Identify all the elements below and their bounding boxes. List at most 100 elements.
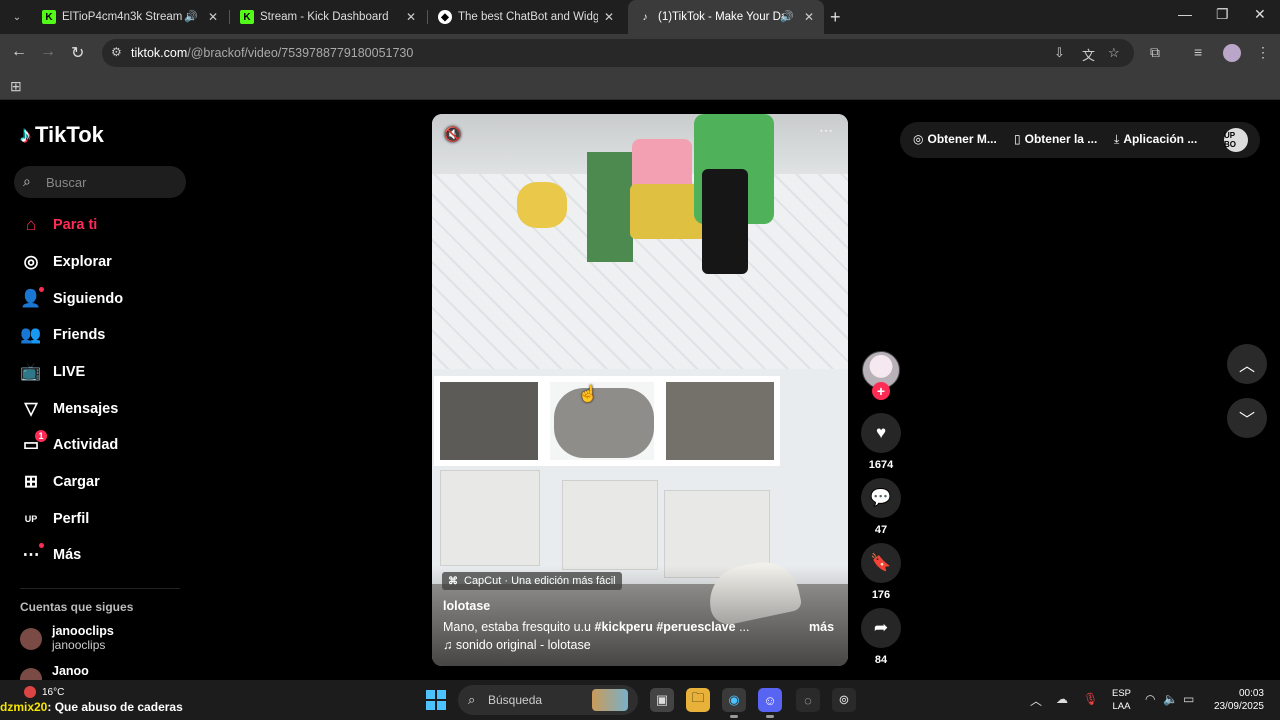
plush-enderman <box>702 169 748 274</box>
taskbar-search[interactable]: ⌕ Búsqueda <box>458 685 638 715</box>
clock-date: 23/09/2025 <box>1213 701 1264 712</box>
comment-button[interactable]: 💬 <box>861 478 901 518</box>
like-count: 1674 <box>868 459 894 471</box>
video-author[interactable]: lolotase <box>443 599 490 613</box>
task-view-icon[interactable]: ▣ <box>650 688 674 712</box>
volume-icon[interactable]: 🔈 <box>1163 692 1178 706</box>
system-clock[interactable]: 00:03 23/09/2025 <box>1208 687 1264 713</box>
sidebar-item-label: Mensajes <box>53 401 119 417</box>
wifi-icon[interactable]: ◠ <box>1145 692 1155 706</box>
tab-kick-dashboard[interactable]: K Stream - Kick Dashboard ✕ <box>230 0 426 34</box>
bookmark-icon: 🔖 <box>870 553 892 572</box>
battery-icon[interactable]: ▭ <box>1183 692 1194 706</box>
tab-title: Stream - Kick Dashboard <box>260 11 389 23</box>
get-app-button[interactable]: ▯ Obtener la ... <box>1014 132 1097 146</box>
sidebar-item-label: LIVE <box>53 364 86 380</box>
tab-title: (1)TikTok - Make Your Day <box>658 11 783 23</box>
account-handle: janooclips <box>52 638 106 652</box>
capcut-label[interactable]: ⌘ CapCut · Una edición más fácil <box>442 572 622 590</box>
tab-search-icon[interactable]: ⌄ <box>8 8 26 26</box>
more-button[interactable]: más <box>809 620 834 634</box>
sidebar-item-para-ti[interactable]: ⌂ Para ti <box>20 210 190 240</box>
extensions-icon[interactable]: ⧉ <box>1150 44 1160 61</box>
close-icon[interactable]: ✕ <box>804 10 814 24</box>
followed-account[interactable]: janooclips janooclips <box>20 624 114 652</box>
tab-kick-stream[interactable]: K ElTioP4cm4n3k Stream - W 🔊 ✕ <box>32 0 228 34</box>
bookmark-star-icon[interactable]: ☆ <box>1108 45 1120 61</box>
sidebar-item-mas[interactable]: ⋯ Más <box>20 540 190 570</box>
obs-icon[interactable]: ◌ <box>796 688 820 712</box>
install-app-icon[interactable]: ⇩ <box>1054 45 1065 61</box>
tray-app-icon[interactable]: ☁ <box>1056 692 1068 706</box>
sidebar-item-live[interactable]: 📺 LIVE <box>20 357 190 387</box>
speaker-icon[interactable]: 🔊 <box>780 10 794 23</box>
sidebar-item-mensajes[interactable]: ▽ Mensajes <box>20 394 190 424</box>
sidebar-item-label: Friends <box>53 327 106 343</box>
kick-icon: K <box>240 10 254 24</box>
sidebar-item-friends[interactable]: 👥 Friends <box>20 320 190 350</box>
tab-chatbot[interactable]: ◆ The best ChatBot and Widgets ✕ <box>428 0 624 34</box>
reload-icon[interactable]: ↻ <box>71 43 84 63</box>
sidebar-item-siguiendo[interactable]: 👤 Siguiendo <box>20 284 190 314</box>
tiktok-icon: ♪ <box>20 122 31 147</box>
tray-overflow-icon[interactable]: ︿ <box>1030 692 1042 709</box>
get-coins-button[interactable]: ◎ Obtener M... <box>913 132 997 146</box>
url-text[interactable]: tiktok.com/@brackof/video/75397887791800… <box>131 46 413 60</box>
tab-tiktok[interactable]: ♪ (1)TikTok - Make Your Day 🔊 ✕ <box>628 0 824 34</box>
hashtag-link[interactable]: #peruesclave <box>656 620 735 634</box>
sidebar-item-perfil[interactable]: UP Perfil <box>20 504 190 534</box>
microphone-icon[interactable]: 🎙 <box>1083 692 1098 706</box>
search-box[interactable]: ⌕ <box>14 166 186 198</box>
apps-grid-icon[interactable]: ⊞ <box>10 78 22 95</box>
next-video-button[interactable]: ﹀ <box>1227 398 1267 438</box>
language-indicator[interactable]: ESP LAA <box>1112 687 1131 713</box>
follow-plus-icon[interactable]: + <box>872 382 890 400</box>
translate-icon[interactable]: 文 <box>1082 45 1095 64</box>
account-name: Janoo <box>52 664 89 678</box>
new-tab-button[interactable]: + <box>830 7 841 28</box>
discord-icon[interactable]: ☺ <box>758 688 782 718</box>
previous-video-button[interactable]: ︿ <box>1227 344 1267 384</box>
muted-speaker-icon[interactable]: 🔇 <box>444 126 461 143</box>
forward-icon[interactable]: → <box>40 43 56 61</box>
logo-text: TikTok <box>35 122 104 147</box>
shelf-cube <box>660 376 780 466</box>
friends-icon: 👥 <box>20 325 42 344</box>
tiktok-logo[interactable]: ♪ TikTok <box>20 122 104 148</box>
restore-icon[interactable]: ❐ <box>1216 6 1229 23</box>
file-explorer-icon[interactable]: 🗀 <box>686 688 710 712</box>
sidebar-item-explorar[interactable]: ◎ Explorar <box>20 247 190 277</box>
windows-taskbar: 16°C dzmix20: Que abuso de caderas ⌕ Bús… <box>0 680 1280 720</box>
close-icon[interactable]: ✕ <box>604 10 614 24</box>
window-close-icon[interactable]: ✕ <box>1254 6 1266 23</box>
download-app-button[interactable]: ⤓ Aplicación ... <box>1114 132 1197 147</box>
speaker-icon[interactable]: 🔊 <box>184 10 198 23</box>
chrome-icon[interactable]: ◉ <box>722 688 746 718</box>
windows-start-icon[interactable] <box>426 690 446 710</box>
browser-toolbar: ← → ↻ ⚙ tiktok.com/@brackof/video/753978… <box>0 34 1280 72</box>
hashtag-link[interactable]: #kickperu <box>595 620 653 634</box>
stream-chat-overlay: dzmix20: Que abuso de caderas <box>0 700 183 714</box>
sidebar-item-cargar[interactable]: ⊞ Cargar <box>20 467 190 497</box>
media-control-icon[interactable]: ≡ <box>1194 44 1202 60</box>
site-info-icon[interactable]: ⚙ <box>111 45 122 59</box>
music-link[interactable]: ♫ sonido original - lolotase <box>443 638 591 652</box>
profile-avatar[interactable] <box>1223 44 1241 62</box>
minimize-icon[interactable]: — <box>1178 6 1192 22</box>
search-input[interactable] <box>46 172 176 192</box>
address-bar[interactable]: ⚙ tiktok.com/@brackof/video/753978877918… <box>102 39 1134 67</box>
back-icon[interactable]: ← <box>11 43 27 61</box>
sidebar-item-actividad[interactable]: ▭ 1 Actividad <box>20 430 190 460</box>
weather-widget[interactable]: 16°C <box>24 686 64 698</box>
like-button[interactable]: ♥ <box>861 413 901 453</box>
share-button[interactable]: ➦ <box>861 608 901 648</box>
user-avatar[interactable]: UP BO <box>1224 128 1248 152</box>
video-options-icon[interactable]: ⋯ <box>819 122 834 139</box>
video-player[interactable]: 🔇 ⋯ ⌘ CapCut · Una edición más fácil lol… <box>432 114 848 666</box>
close-icon[interactable]: ✕ <box>406 10 416 24</box>
close-icon[interactable]: ✕ <box>208 10 218 24</box>
chat-username: dzmix20 <box>0 700 48 714</box>
save-button[interactable]: 🔖 <box>861 543 901 583</box>
menu-dots-icon[interactable]: ⋮ <box>1256 44 1270 61</box>
app-icon[interactable]: ⊚ <box>832 688 856 712</box>
